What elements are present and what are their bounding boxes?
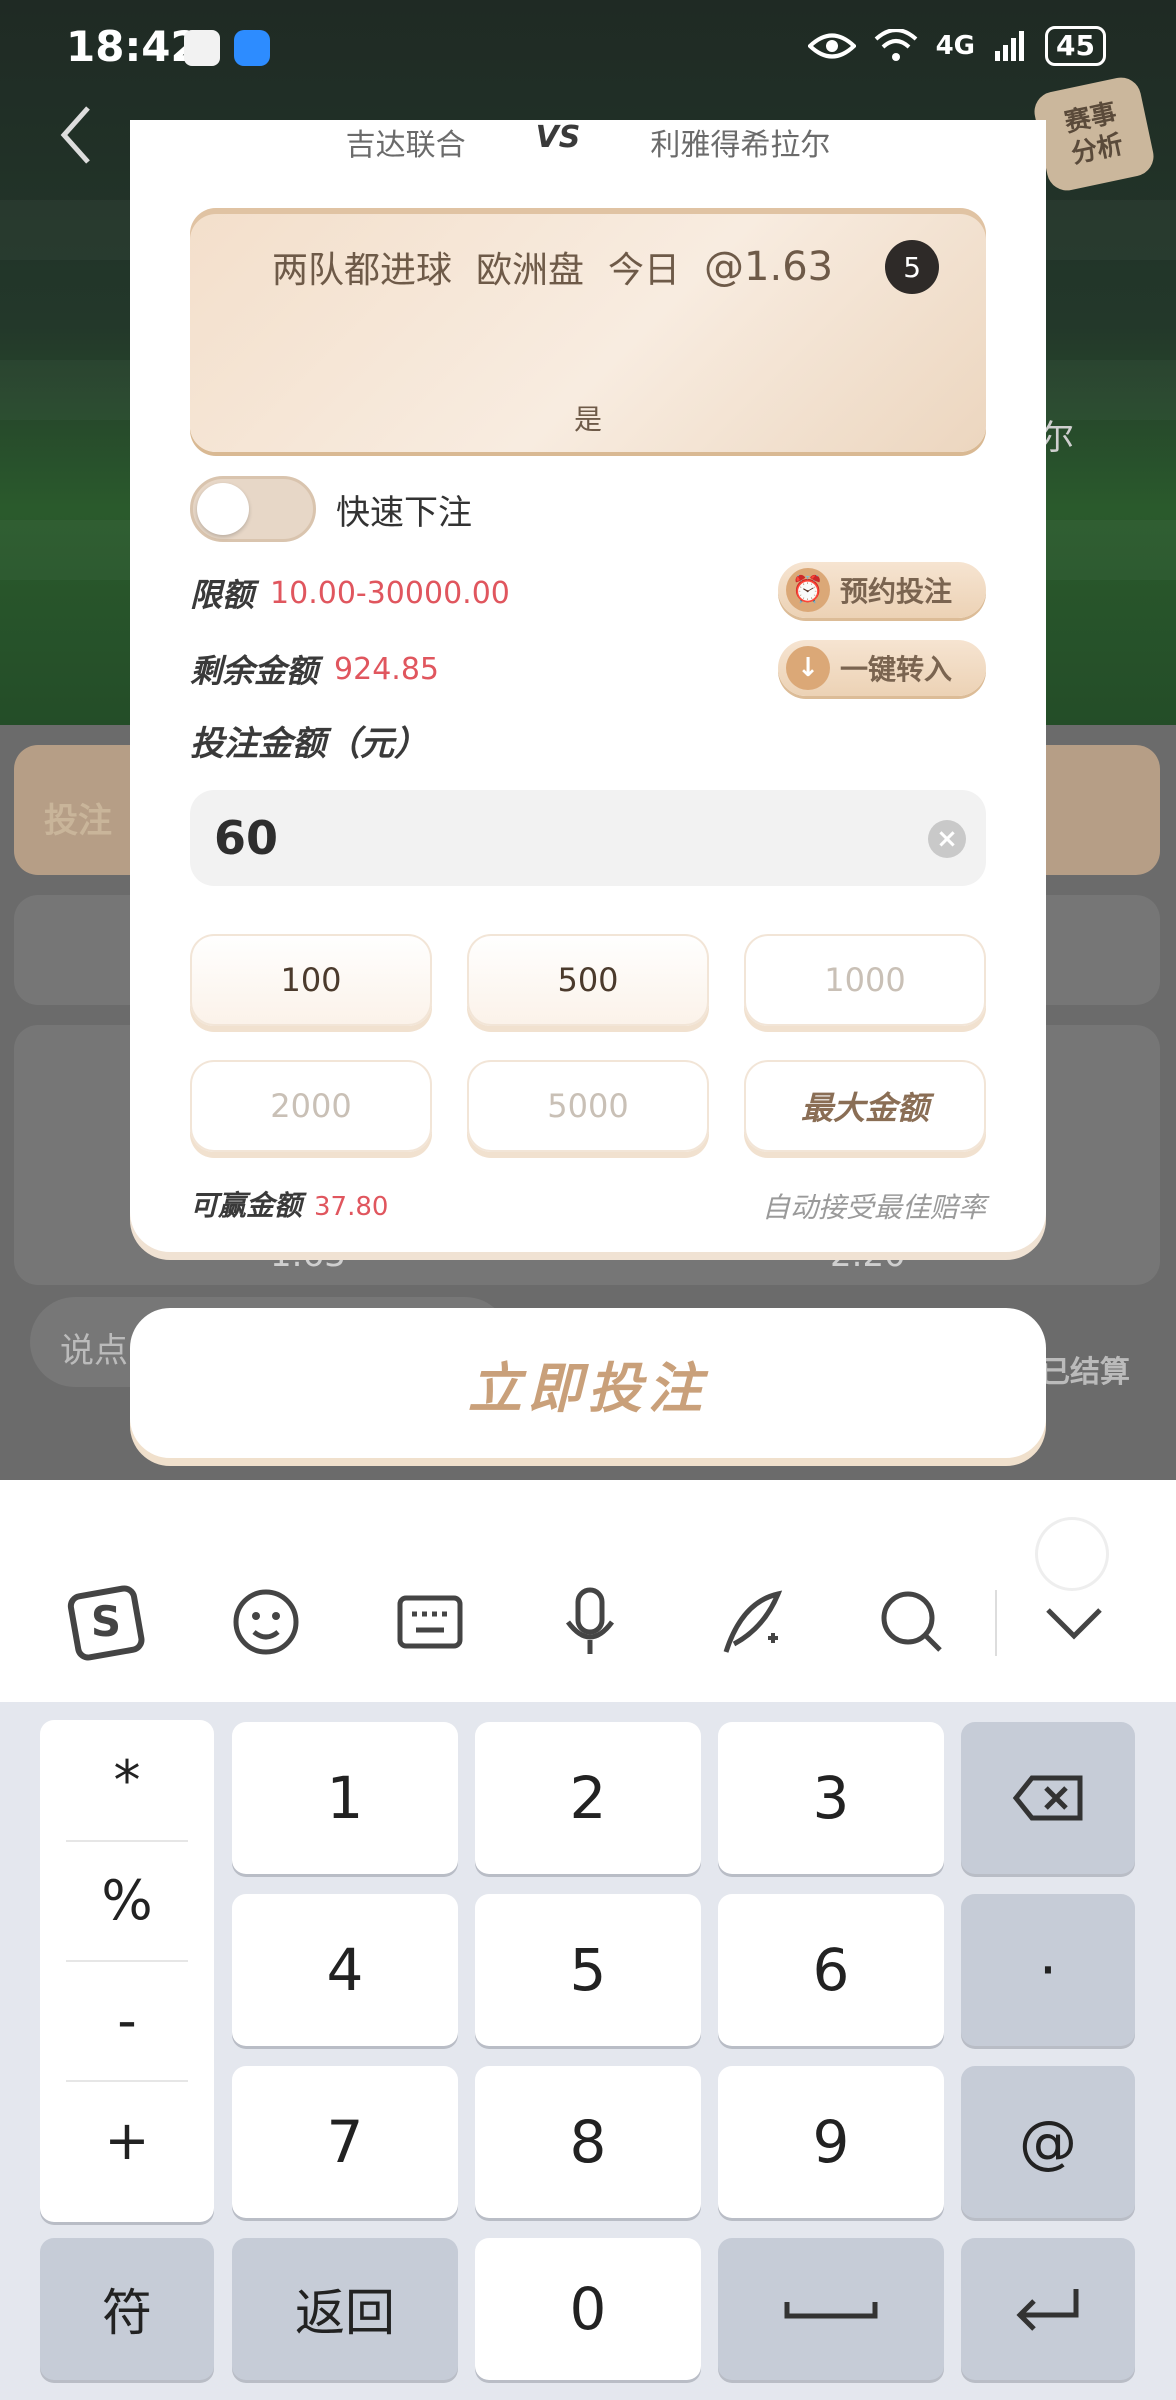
network-type-label: 4G (935, 31, 976, 61)
chip-100[interactable]: 100 (190, 934, 432, 1026)
emoji-icon[interactable] (226, 1582, 306, 1662)
home-team-name: 吉达联合 (345, 128, 466, 160)
eye-icon (807, 33, 856, 59)
key-1[interactable]: 1 (232, 1722, 458, 1874)
key-3[interactable]: 3 (718, 1722, 944, 1874)
background-tab-label: 投注 (44, 801, 112, 841)
enter-key[interactable] (961, 2238, 1135, 2380)
limit-value: 10.00-30000.00 (270, 575, 510, 611)
status-time: 18:42 (66, 22, 200, 71)
balance-row: 剩余金额 924.85 (190, 646, 439, 692)
notification-app-icon (184, 30, 220, 66)
match-teams-row: 吉达联合 VS 利雅得希拉尔 (130, 120, 1046, 160)
back-arrow-icon[interactable] (52, 100, 102, 170)
key-8[interactable]: 8 (475, 2066, 701, 2218)
bet-slip-modal: 吉达联合 VS 利雅得希拉尔 两队都进球 欧洲盘 今日 @1.63 5 是 快速… (130, 120, 1046, 1252)
chip-2000[interactable]: 2000 (190, 1060, 432, 1152)
key-at[interactable]: @ (961, 2066, 1135, 2218)
keyboard-layout-icon[interactable] (390, 1582, 470, 1662)
key-9[interactable]: 9 (718, 2066, 944, 2218)
key-dot[interactable]: · (961, 1894, 1135, 2046)
chip-500[interactable]: 500 (467, 934, 709, 1026)
key-7[interactable]: 7 (232, 2066, 458, 2218)
amount-input[interactable]: 60 × (190, 790, 986, 886)
chip-5000[interactable]: 5000 (467, 1060, 709, 1152)
vs-label: VS (535, 120, 581, 155)
amount-value: 60 (214, 811, 279, 865)
backspace-key[interactable] (961, 1722, 1135, 1874)
wifi-icon (874, 29, 917, 61)
down-arrow-icon: ↓ (786, 646, 830, 690)
limit-row: 限额 10.00-30000.00 (190, 570, 510, 616)
status-right-group: 4G 45 (807, 26, 1106, 66)
handwriting-icon[interactable] (712, 1582, 792, 1662)
bet-odds-type: 欧洲盘 (476, 250, 585, 291)
bet-odds: @1.63 (704, 244, 834, 290)
toggle-knob (197, 483, 249, 535)
transfer-in-button[interactable]: ↓ 一键转入 (778, 640, 986, 696)
transfer-in-label: 一键转入 (840, 653, 953, 686)
key-4[interactable]: 4 (232, 1894, 458, 2046)
key-6[interactable]: 6 (718, 1894, 944, 2046)
shield-app-icon (234, 30, 270, 66)
signal-icon (995, 31, 1025, 61)
bet-count-badge: 5 (885, 240, 940, 294)
amount-label: 投注金额（元） (190, 724, 428, 764)
collapse-keyboard-icon[interactable] (1034, 1582, 1114, 1662)
auto-accept-odds-label: 自动接受最佳赔率 (761, 1191, 986, 1224)
selected-bet-card: 两队都进球 欧洲盘 今日 @1.63 5 是 (190, 208, 986, 452)
balance-value: 924.85 (334, 651, 439, 687)
key-plus[interactable]: + (40, 2080, 214, 2200)
toolbar-divider (995, 1590, 997, 1656)
backspace-icon (1012, 1775, 1083, 1821)
bet-title: 两队都进球 欧洲盘 今日 @1.63 5 (272, 240, 940, 294)
return-key[interactable]: 返回 (232, 2238, 458, 2380)
bet-period: 今日 (608, 250, 681, 291)
key-percent[interactable]: % (40, 1840, 214, 1960)
symbol-column: * % - + (40, 1720, 214, 2222)
microphone-icon[interactable] (550, 1582, 630, 1662)
background-comment-placeholder: 说点 (60, 1331, 128, 1371)
max-amount-button[interactable]: 最大金额 (744, 1060, 986, 1152)
space-key[interactable] (718, 2238, 944, 2380)
key-0[interactable]: 0 (475, 2238, 701, 2380)
search-icon[interactable] (872, 1582, 952, 1662)
clear-icon[interactable]: × (928, 820, 966, 858)
space-icon (784, 2302, 878, 2319)
reserve-bet-label: 预约投注 (840, 575, 953, 608)
quick-bet-toggle[interactable] (190, 476, 316, 542)
away-team-name: 利雅得希拉尔 (650, 128, 831, 160)
enter-icon (1016, 2289, 1079, 2331)
limit-label: 限额 (190, 576, 255, 614)
bet-selection: 是 (573, 403, 602, 436)
status-bar: 18:42 4G 45 (0, 0, 1176, 100)
reserve-bet-button[interactable]: ⏰ 预约投注 (778, 562, 986, 618)
balance-label: 剩余金额 (190, 652, 319, 690)
quick-bet-row: 快速下注 (190, 476, 472, 542)
symbol-switch-key[interactable]: 符 (40, 2238, 214, 2380)
key-5[interactable]: 5 (475, 1894, 701, 2046)
key-2[interactable]: 2 (475, 1722, 701, 1874)
chip-1000[interactable]: 1000 (744, 934, 986, 1026)
win-label: 可赢金额 (190, 1189, 303, 1222)
win-amount-row: 可赢金额 37.80 (190, 1184, 388, 1224)
battery-indicator: 45 (1045, 26, 1106, 66)
svg-text:S: S (91, 1597, 121, 1646)
keyboard-toolbar: S (0, 1480, 1176, 1702)
place-bet-button[interactable]: 立即投注 (130, 1308, 1046, 1458)
mascot-icon[interactable] (1038, 1520, 1106, 1588)
quick-bet-label: 快速下注 (336, 492, 472, 533)
key-minus[interactable]: - (40, 1960, 214, 2080)
sogou-logo-icon[interactable]: S (66, 1582, 146, 1662)
alarm-clock-icon: ⏰ (786, 568, 830, 612)
key-asterisk[interactable]: * (40, 1720, 214, 1840)
background-settled-label: 已结算 (1040, 1355, 1130, 1390)
win-value: 37.80 (314, 1192, 389, 1222)
bet-market: 两队都进球 (272, 250, 453, 291)
